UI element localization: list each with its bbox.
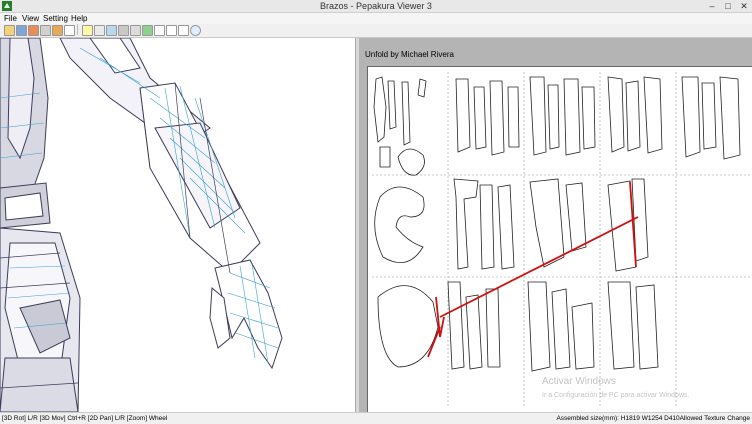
title-bar: Brazos - Pepakura Viewer 3 – □ ✕ <box>0 0 752 13</box>
texture-icon[interactable] <box>142 25 153 36</box>
menu-view[interactable]: View <box>22 13 39 24</box>
info-icon[interactable] <box>190 25 201 36</box>
window-title: Brazos - Pepakura Viewer 3 <box>320 1 432 11</box>
model-icon[interactable] <box>16 25 27 36</box>
status-controls-hint: [3D Rot] L/R [3D Mov] Ctrl+R [2D Pan] L/… <box>2 415 168 422</box>
bulb-icon[interactable] <box>82 25 93 36</box>
toolbar-separator <box>77 24 80 35</box>
pattern-parts[interactable] <box>368 67 752 412</box>
menu-bar: File View Setting Help <box>0 13 752 24</box>
menu-file[interactable]: File <box>4 13 17 24</box>
toolbar <box>0 24 752 38</box>
brush-icon[interactable] <box>106 25 117 36</box>
2d-pattern-view[interactable]: Unfold by Michael Rivera Activar Windows… <box>359 38 752 412</box>
text-icon[interactable] <box>64 25 75 36</box>
watermark-line2: Ir a Configuración de PC para activar Wi… <box>542 392 690 399</box>
tool-icon[interactable] <box>118 25 129 36</box>
3d-icon[interactable] <box>94 25 105 36</box>
layout-icon[interactable] <box>178 25 189 36</box>
tile-icon[interactable] <box>166 25 177 36</box>
close-button[interactable]: ✕ <box>736 0 752 12</box>
cube-icon[interactable] <box>52 25 63 36</box>
menu-setting[interactable]: Setting <box>43 13 68 24</box>
watermark-line1: Activar Windows <box>542 376 616 387</box>
maximize-button[interactable]: □ <box>720 0 736 12</box>
document-title: Unfold by Michael Rivera <box>365 50 454 59</box>
menu-help[interactable]: Help <box>71 13 87 24</box>
triangle-icon[interactable] <box>28 25 39 36</box>
status-bar: [3D Rot] L/R [3D Mov] Ctrl+R [2D Pan] L/… <box>0 412 752 424</box>
pattern-sheet[interactable] <box>367 66 752 412</box>
save-icon[interactable] <box>40 25 51 36</box>
open-icon[interactable] <box>4 25 15 36</box>
window-icon[interactable] <box>154 25 165 36</box>
minimize-button[interactable]: – <box>704 0 720 12</box>
3d-model[interactable] <box>0 38 355 412</box>
status-assembled-size: Assembled size(mm): H1819 W1254 D410Allo… <box>556 415 750 422</box>
arrow-icon[interactable] <box>130 25 141 36</box>
3d-viewport[interactable] <box>0 38 356 412</box>
